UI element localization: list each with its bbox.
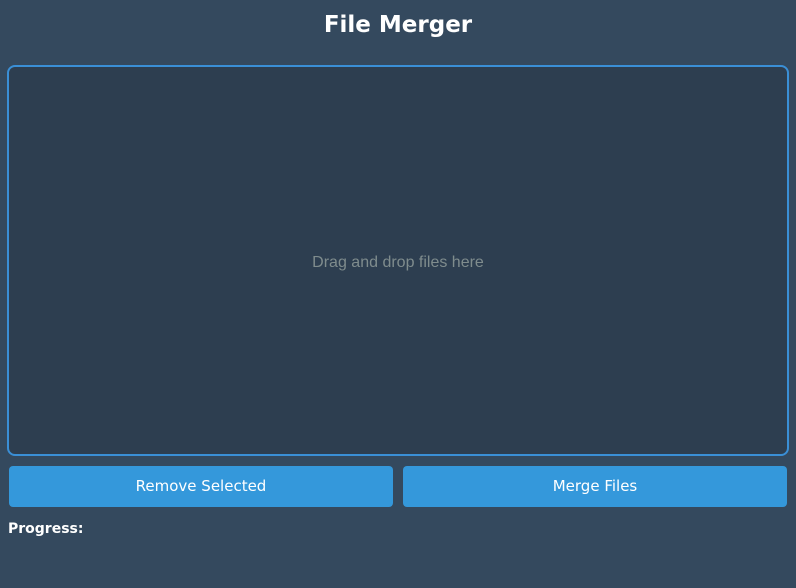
progress-label: Progress: bbox=[8, 521, 84, 537]
remove-selected-button[interactable]: Remove Selected bbox=[9, 466, 393, 507]
merge-files-button[interactable]: Merge Files bbox=[403, 466, 787, 507]
file-drop-zone[interactable]: Drag and drop files here bbox=[7, 65, 789, 456]
app-title: File Merger bbox=[323, 12, 473, 38]
drop-zone-hint: Drag and drop files here bbox=[312, 254, 484, 271]
